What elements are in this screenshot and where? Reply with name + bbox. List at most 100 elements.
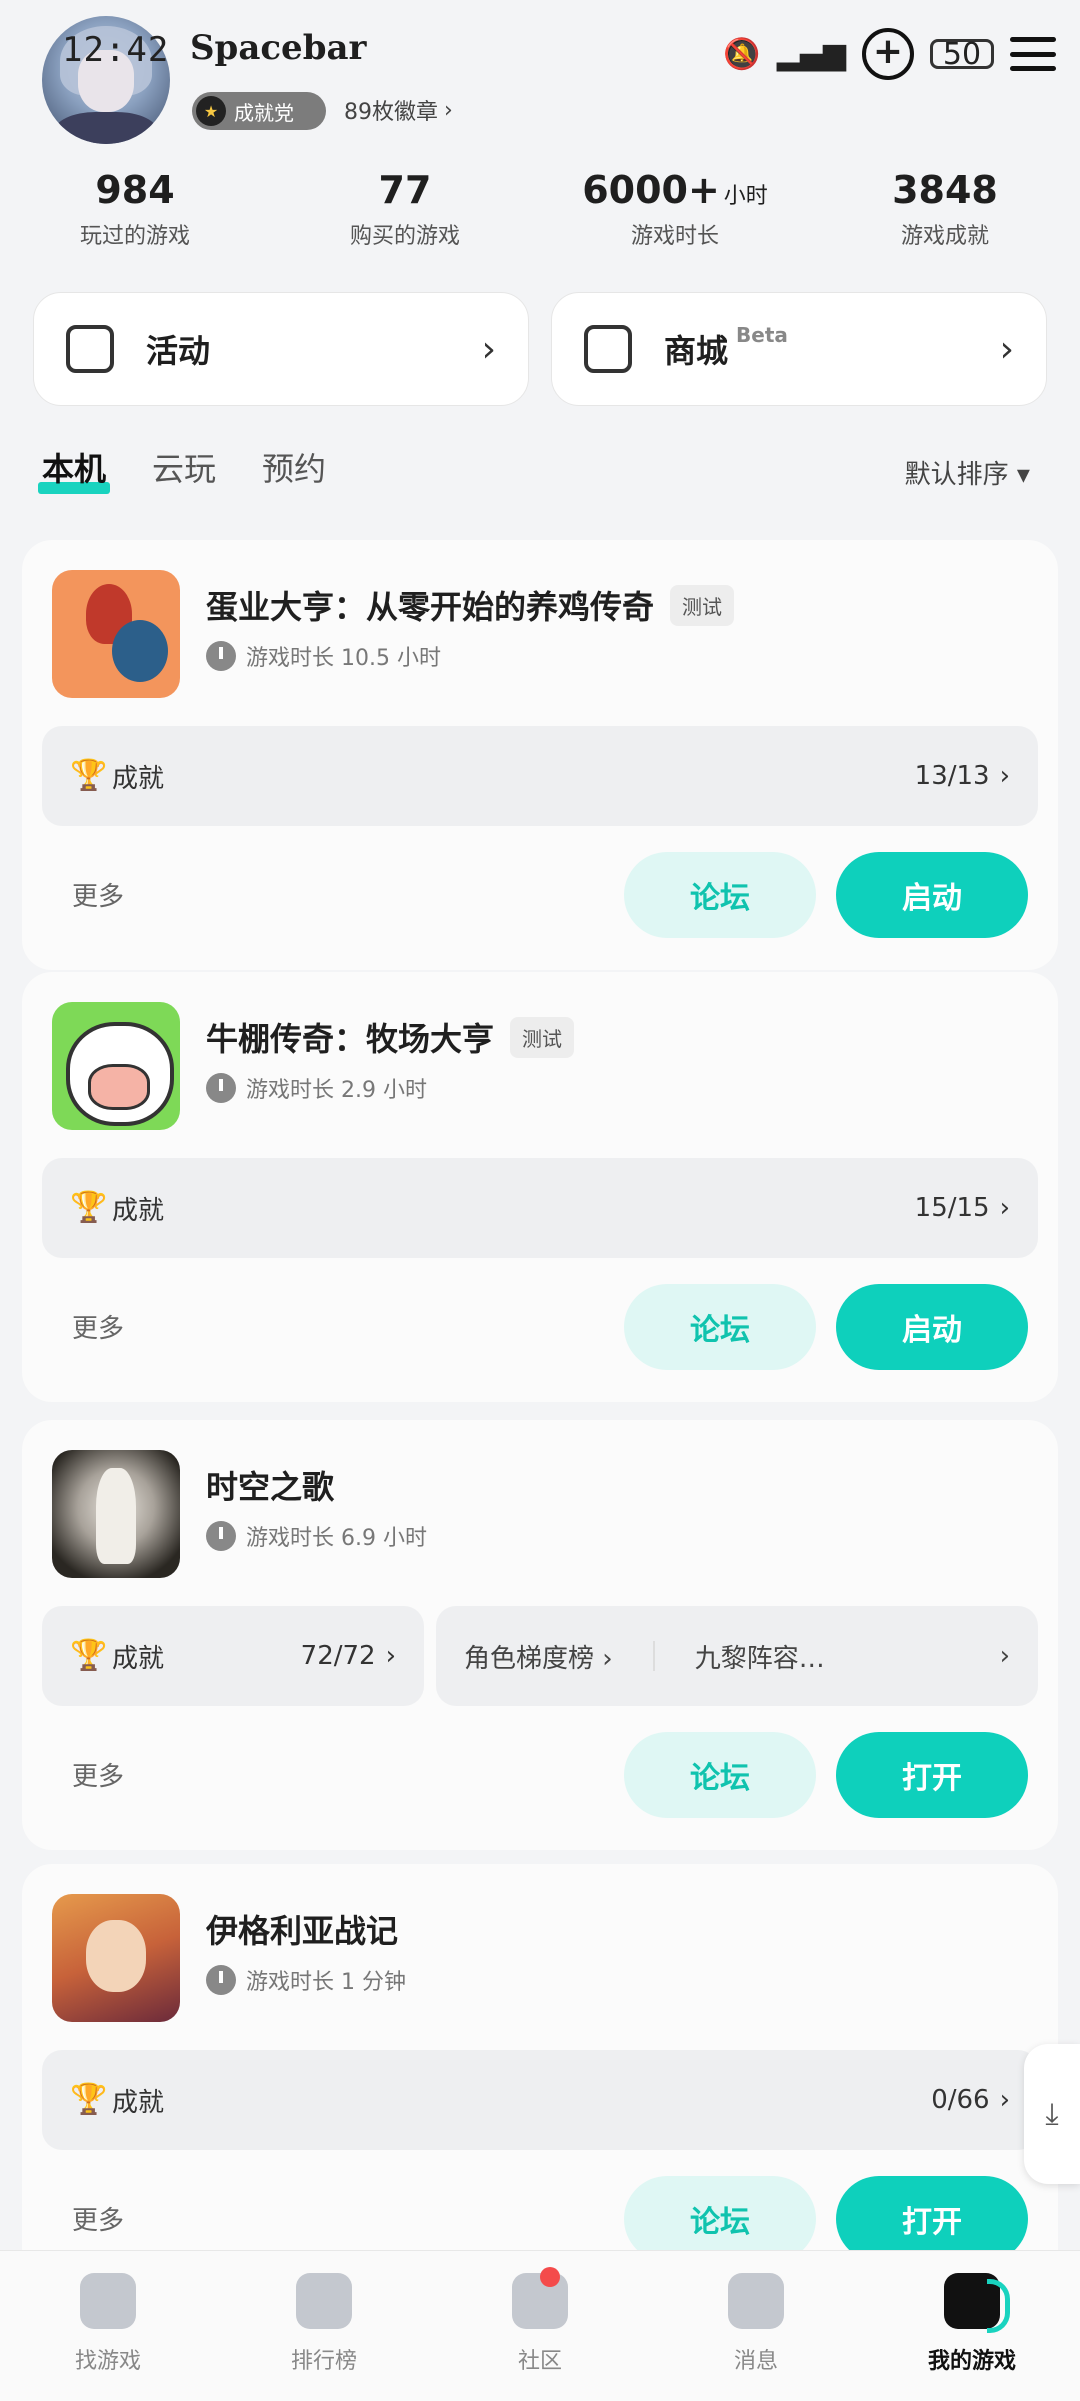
test-tag: 测试 [670, 584, 735, 626]
launch-button[interactable]: 启动 [836, 1284, 1028, 1370]
sort-dropdown[interactable]: 默认排序 ▾ [905, 454, 1030, 491]
achievement-bar[interactable]: 🏆 成就 0/66 › [42, 2050, 1038, 2150]
badge-count-link[interactable]: 89枚徽章 › [344, 94, 453, 126]
game-title[interactable]: 时空之歌 [206, 1462, 334, 1508]
message-icon [728, 2273, 784, 2329]
nav-label: 找游戏 [74, 2349, 141, 2374]
status-icons: 🔕 ▂▄▆ + 50 [723, 28, 1056, 80]
chevron-right-icon: › [999, 1641, 1010, 1671]
events-label: 活动 [146, 332, 211, 370]
playtime: 游戏时长 2.9 小时 [246, 1078, 427, 1103]
username[interactable]: Spacebar [190, 28, 366, 68]
nav-messages[interactable]: 消息 [648, 2251, 864, 2401]
gift-icon [66, 325, 114, 373]
beta-badge: Beta [736, 323, 788, 347]
badge-count: 89枚徽章 [344, 100, 438, 125]
notification-dot [540, 2267, 560, 2287]
game-card: 时空之歌 游戏时长 6.9 小时 🏆 成就 72/72 › 角色梯度榜 › 九黎阵… [22, 1420, 1058, 1850]
achievement-bar[interactable]: 🏆 成就 13/13 › [42, 726, 1038, 826]
team-comp-link[interactable]: 九黎阵容… › [695, 1638, 1010, 1675]
download-float-button[interactable]: ⤓ [1024, 2044, 1080, 2184]
trophy-icon: 🏆 [70, 1638, 108, 1673]
team-comp-label: 九黎阵容… [694, 1643, 825, 1674]
download-icon: ⤓ [1045, 2096, 1059, 2132]
store-card[interactable]: 商城 Beta › [551, 292, 1047, 406]
badge-label: 成就党 [234, 100, 294, 125]
stat-achievements[interactable]: 3848 游戏成就 [810, 168, 1080, 249]
stopwatch-icon [206, 1965, 236, 1995]
tab-reserve[interactable]: 预约 [262, 444, 326, 490]
menu-icon[interactable] [1010, 37, 1056, 71]
open-button[interactable]: 打开 [836, 1732, 1028, 1818]
stat-value: 984 [95, 168, 175, 212]
more-link[interactable]: 更多 [72, 1308, 124, 1345]
more-link[interactable]: 更多 [72, 1756, 124, 1793]
forum-button[interactable]: 论坛 [624, 852, 816, 938]
chevron-right-icon: › [999, 761, 1010, 791]
trophy-icon: 🏆 [70, 758, 108, 793]
add-icon[interactable]: + [862, 28, 914, 80]
launch-button[interactable]: 启动 [836, 852, 1028, 938]
store-label: 商城 [664, 332, 729, 370]
achievement-count: 0/66 [931, 2085, 990, 2115]
achievement-label: 成就 [112, 1643, 165, 1674]
achievement-count: 15/15 [914, 1193, 990, 1223]
tier-list-label: 角色梯度榜 [464, 1643, 595, 1674]
status-time: 12:42 [62, 30, 170, 70]
tier-list-link[interactable]: 角色梯度榜 › [464, 1638, 613, 1675]
badge-icon: ★ [196, 96, 226, 126]
game-title[interactable]: 蛋业大亨：从零开始的养鸡传奇 [206, 582, 654, 628]
battery-icon: 50 [930, 36, 994, 72]
ranking-icon [296, 2273, 352, 2329]
tab-local[interactable]: 本机 [37, 444, 111, 494]
find-games-icon [80, 2273, 136, 2329]
nav-find-games[interactable]: 找游戏 [0, 2251, 216, 2401]
chevron-right-icon: › [999, 2085, 1010, 2115]
divider [652, 1641, 655, 1671]
test-tag: 测试 [510, 1016, 575, 1058]
game-card: 牛棚传奇：牧场大亨 测试 游戏时长 2.9 小时 🏆 成就 15/15 › 更多 … [22, 972, 1058, 1402]
achievement-label: 成就 [112, 763, 165, 794]
stopwatch-icon [206, 1073, 236, 1103]
battery-level: 50 [942, 36, 982, 72]
game-icon[interactable] [52, 570, 180, 698]
playtime: 游戏时长 6.9 小时 [246, 1526, 427, 1551]
tab-cloud[interactable]: 云玩 [152, 444, 216, 490]
achievement-label: 成就 [112, 1195, 165, 1226]
stat-label: 购买的游戏 [349, 224, 460, 249]
forum-button[interactable]: 论坛 [624, 1732, 816, 1818]
game-tabs: 本机 云玩 预约 [37, 444, 326, 494]
events-card[interactable]: 活动 › [33, 292, 529, 406]
nav-ranking[interactable]: 排行榜 [216, 2251, 432, 2401]
community-icon [512, 2273, 568, 2329]
game-icon[interactable] [52, 1450, 180, 1578]
nav-my-games[interactable]: 我的游戏 [864, 2251, 1080, 2401]
more-link[interactable]: 更多 [72, 876, 124, 913]
nav-label: 消息 [733, 2349, 778, 2374]
achievement-bar[interactable]: 🏆 成就 15/15 › [42, 1158, 1038, 1258]
nav-label: 社区 [517, 2349, 562, 2374]
more-link[interactable]: 更多 [72, 2200, 124, 2237]
achievement-bar[interactable]: 🏆 成就 72/72 › [42, 1606, 424, 1706]
stat-played[interactable]: 984 玩过的游戏 [0, 168, 270, 249]
game-icon[interactable] [52, 1894, 180, 2022]
nav-community[interactable]: 社区 [432, 2251, 648, 2401]
achievement-count: 72/72 [300, 1641, 376, 1671]
stat-playtime[interactable]: 6000+ 小时 游戏时长 [540, 168, 810, 249]
nav-label: 排行榜 [290, 2349, 357, 2374]
achievement-badge[interactable]: ★ 成就党 [192, 92, 326, 130]
game-title[interactable]: 牛棚传奇：牧场大亨 [206, 1014, 494, 1060]
game-title[interactable]: 伊格利亚战记 [206, 1906, 398, 1952]
chevron-right-icon: › [999, 328, 1014, 370]
stat-unit: 小时 [723, 184, 768, 209]
guide-links-bar: 角色梯度榜 › 九黎阵容… › [436, 1606, 1038, 1706]
stat-purchased[interactable]: 77 购买的游戏 [270, 168, 540, 249]
chevron-right-icon: › [385, 1641, 396, 1671]
game-card: 伊格利亚战记 游戏时长 1 分钟 🏆 成就 0/66 › 更多 论坛 打开 [22, 1864, 1058, 2294]
chevron-right-icon: › [481, 328, 496, 370]
forum-button[interactable]: 论坛 [624, 1284, 816, 1370]
profile-header: 12:42 Spacebar ★ 成就党 89枚徽章 › 🔕 ▂▄▆ + 50 [0, 0, 1080, 150]
stat-label: 游戏成就 [900, 224, 989, 249]
stopwatch-icon [206, 641, 236, 671]
game-icon[interactable] [52, 1002, 180, 1130]
